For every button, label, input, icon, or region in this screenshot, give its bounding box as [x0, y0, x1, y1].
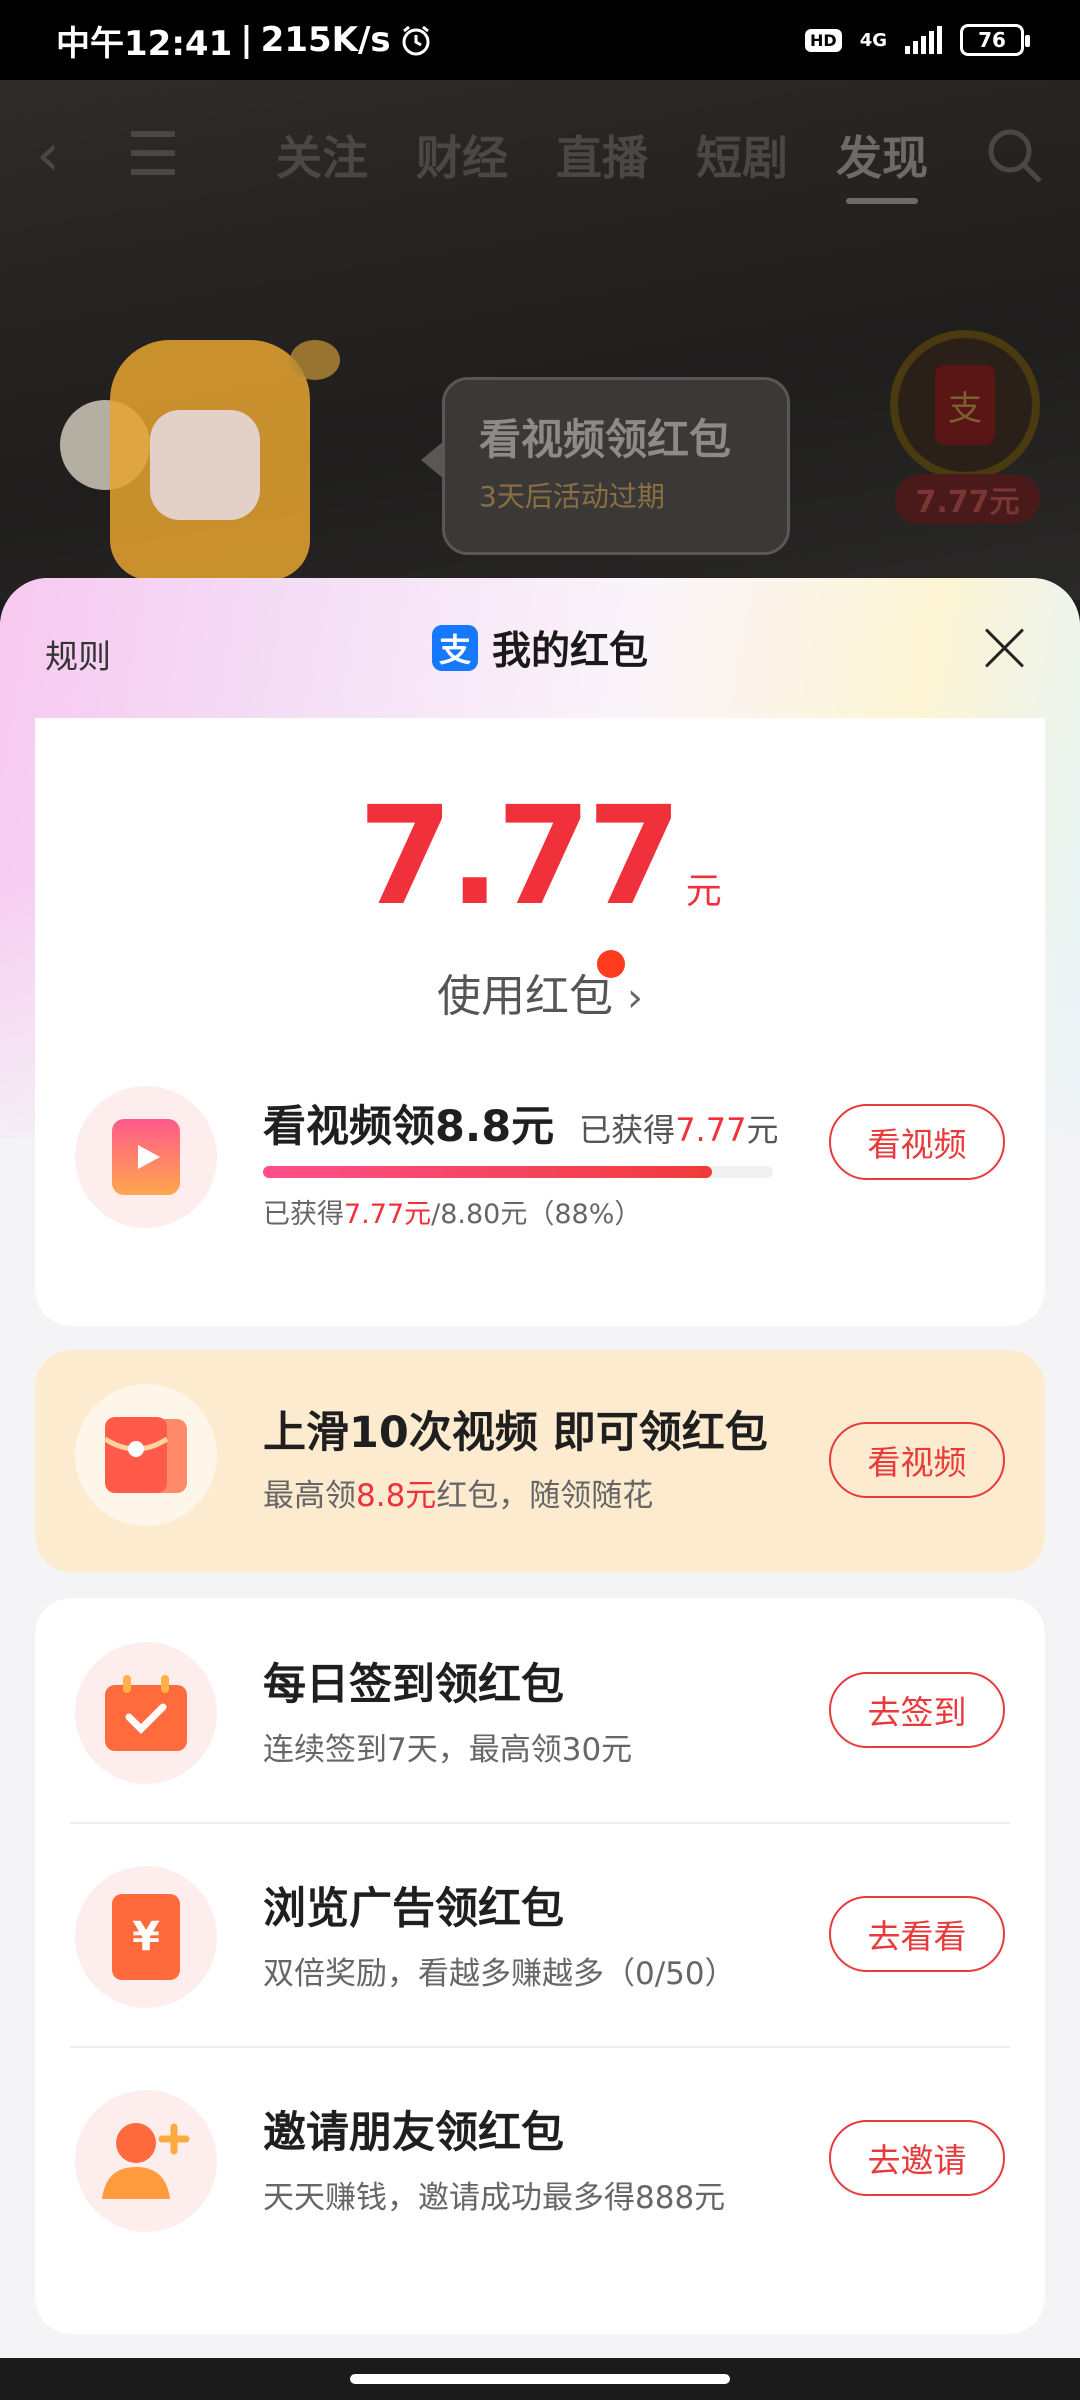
watch-progress-fill	[263, 1166, 712, 1178]
watch-progress-bar	[263, 1166, 773, 1178]
promo-sub-value: 8.8元	[356, 1478, 437, 1514]
watch-video-button[interactable]: 看视频	[829, 1104, 1005, 1180]
watch-task-earned: 已获得7.77元	[579, 1111, 778, 1149]
status-separator: |	[240, 20, 253, 60]
earned-suffix: 元	[746, 1111, 779, 1149]
checkin-task-subtitle: 连续签到7天，最高领30元	[263, 1732, 633, 1768]
earned-prefix: 已获得	[579, 1111, 676, 1149]
checkin-icon-bg	[75, 1642, 217, 1784]
badge-amount: 7.77元	[895, 474, 1040, 524]
menu-icon: ☰	[126, 120, 180, 190]
tab-live: 直播	[556, 131, 648, 185]
tab-finance: 财经	[416, 131, 508, 185]
watch-task-title: 看视频领8.8元 已获得7.77元	[263, 1092, 778, 1154]
ad-task-title: 浏览广告领红包	[263, 1884, 564, 1934]
battery-icon: 76	[960, 24, 1030, 56]
background-app: ‹ ☰ 关注 财经 直播 短剧 发现 看视频领红包 3天后活动过期 支 7.77…	[0, 80, 1080, 600]
yuan-card-icon: ¥	[112, 1894, 180, 1980]
svg-text:¥: ¥	[132, 1914, 160, 1960]
divider	[70, 1822, 1010, 1824]
alipay-icon: 支	[431, 625, 478, 671]
background-nav: ‹ ☰ 关注 财经 直播 短剧 发现	[0, 110, 1080, 204]
sheet-title-text: 我的红包	[491, 629, 648, 674]
use-red-packet-link[interactable]: 使用红包 ›	[35, 960, 1045, 1024]
bubble-subtitle: 3天后活动过期	[479, 480, 665, 513]
swipe-video-task: 上滑10次视频 即可领红包 最高领8.8元红包，随领随花 看视频	[35, 1380, 1045, 1540]
search-icon	[988, 129, 1042, 183]
chevron-right-icon: ›	[627, 975, 643, 1021]
tab-short-drama: 短剧	[696, 131, 788, 185]
rules-link[interactable]: 规则	[45, 630, 111, 678]
watch-video-task: 看视频领8.8元 已获得7.77元 已获得7.77元/8.80元（88%） 看视…	[35, 1082, 1045, 1242]
signal-icon	[905, 26, 942, 54]
swipe-task-subtitle: 最高领8.8元红包，随领随花	[263, 1470, 653, 1515]
promo-bubble: 看视频领红包 3天后活动过期	[421, 377, 790, 555]
coin-icon	[290, 340, 340, 380]
balance-card: 7.77 元 使用红包 › 看视频领8.8元 已获得7.77元 已获得7.77元…	[35, 718, 1045, 1658]
calendar-check-icon	[105, 1675, 187, 1751]
red-packet-icon	[103, 1417, 187, 1493]
background-tabs: 关注 财经 直播 短剧 发现	[276, 122, 928, 204]
ad-icon-bg: ¥	[75, 1866, 217, 2008]
progress-total: /8.80元（88%）	[431, 1199, 642, 1230]
invite-task-subtitle: 天天赚钱，邀请成功最多得888元	[263, 2180, 726, 2216]
status-left: 中午12:41 | 215K/s	[56, 16, 433, 65]
add-friend-icon	[102, 2123, 190, 2199]
sheet-title: 支 我的红包	[431, 620, 648, 676]
promo-sub-suffix: 红包，随领随花	[436, 1478, 654, 1514]
swipe-watch-button[interactable]: 看视频	[829, 1422, 1005, 1498]
use-red-packet-label: 使用红包	[437, 971, 613, 1022]
play-video-icon	[112, 1119, 180, 1195]
divider	[70, 2046, 1010, 2048]
list-item: 每日签到领红包 连续签到7天，最高领30元 去签到	[35, 1638, 1045, 1798]
close-icon[interactable]	[975, 618, 1035, 678]
alarm-icon	[402, 25, 430, 56]
notification-dot	[597, 950, 625, 978]
progress-prefix: 已获得	[263, 1199, 344, 1230]
home-indicator[interactable]	[350, 2374, 730, 2384]
hd-icon: HD	[805, 28, 842, 52]
clock: 中午12:41	[56, 23, 233, 64]
red-packet-icon: 支	[935, 365, 995, 445]
bubble-title: 看视频领红包	[479, 415, 732, 464]
invite-task-title: 邀请朋友领红包	[263, 2108, 564, 2158]
watch-task-title-text: 看视频领8.8元	[263, 1102, 555, 1152]
checkin-task-title: 每日签到领红包	[263, 1660, 564, 1710]
sheet-header: 规则 支 我的红包	[0, 578, 1080, 718]
invite-icon-bg	[75, 2090, 217, 2232]
gesture-bar	[0, 2358, 1080, 2400]
balance-amount: 7.77 元	[35, 778, 1045, 936]
earned-value: 7.77	[675, 1111, 747, 1149]
promo-sub-prefix: 最高领	[263, 1478, 356, 1514]
balance-unit: 元	[685, 871, 722, 912]
ad-task-subtitle: 双倍奖励，看越多赚越多（0/50）	[263, 1956, 736, 1992]
promo-icon-bg	[75, 1384, 217, 1526]
browse-ads-button[interactable]: 去看看	[829, 1896, 1005, 1972]
network-type: 4G	[859, 29, 887, 51]
back-icon: ‹	[36, 120, 60, 190]
task-list-card: 每日签到领红包 连续签到7天，最高领30元 去签到 ¥ 浏览广告领红包 双倍奖励…	[35, 1598, 1045, 2334]
progress-value: 7.77元	[344, 1199, 432, 1230]
status-right: HD 4G 76	[805, 24, 1030, 56]
swipe-promo-card: 上滑10次视频 即可领红包 最高领8.8元红包，随领随花 看视频	[35, 1350, 1045, 1572]
status-bar: 中午12:41 | 215K/s HD 4G 76	[0, 0, 1080, 80]
tab-discover: 发现	[836, 122, 928, 204]
battery-level: 76	[978, 28, 1006, 52]
tab-follow: 关注	[276, 131, 368, 185]
red-packet-sheet: 规则 支 我的红包 7.77 元 使用红包 › 看视频领8.8元 已获得7.77…	[0, 578, 1080, 2358]
video-task-icon-bg	[75, 1086, 217, 1228]
red-packet-badge: 支	[890, 330, 1040, 480]
watch-progress-text: 已获得7.77元/8.80元（88%）	[263, 1192, 641, 1231]
network-speed: 215K/s	[260, 20, 391, 60]
checkin-button[interactable]: 去签到	[829, 1672, 1005, 1748]
list-item: 邀请朋友领红包 天天赚钱，邀请成功最多得888元 去邀请	[35, 2086, 1045, 2246]
invite-button[interactable]: 去邀请	[829, 2120, 1005, 2196]
mascot-face	[150, 410, 260, 520]
balance-value: 7.77	[358, 778, 682, 936]
swipe-task-title: 上滑10次视频 即可领红包	[263, 1408, 768, 1458]
list-item: ¥ 浏览广告领红包 双倍奖励，看越多赚越多（0/50） 去看看	[35, 1862, 1045, 2022]
